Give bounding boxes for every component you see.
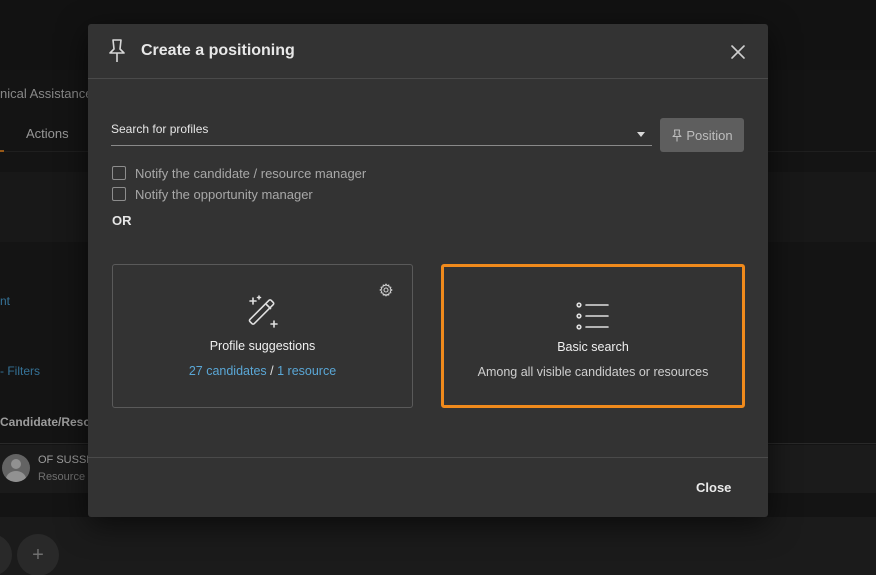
basic-search-title: Basic search — [557, 340, 629, 354]
notify-candidate-checkbox-row[interactable]: Notify the candidate / resource manager — [112, 165, 366, 181]
profile-search-select[interactable]: Search for profiles — [111, 115, 652, 146]
dialog-footer: Close — [88, 457, 768, 517]
basic-search-card[interactable]: Basic search Among all visible candidate… — [441, 264, 745, 408]
profile-suggestions-title: Profile suggestions — [209, 339, 316, 353]
magic-wand-icon — [248, 295, 278, 328]
notify-opportunity-checkbox-row[interactable]: Notify the opportunity manager — [112, 186, 313, 202]
create-positioning-dialog: Create a positioning Search for profiles… — [88, 24, 768, 517]
dialog-header: Create a positioning — [88, 24, 768, 79]
separator: / — [270, 364, 274, 378]
profile-suggestions-card[interactable]: Profile suggestions 27 candidates / 1 re… — [112, 264, 413, 408]
notify-opportunity-checkbox[interactable] — [112, 187, 126, 201]
basic-search-subtitle: Among all visible candidates or resource… — [477, 365, 709, 379]
close-button[interactable]: Close — [696, 480, 731, 495]
or-separator: OR — [112, 213, 132, 228]
candidates-link[interactable]: 27 candidates — [189, 364, 267, 378]
list-icon — [576, 302, 609, 330]
position-button-label: Position — [686, 127, 733, 143]
notify-candidate-label: Notify the candidate / resource manager — [135, 165, 367, 181]
chevron-down-icon[interactable] — [637, 132, 645, 137]
close-icon[interactable] — [727, 41, 749, 63]
search-label: Search for profiles — [111, 122, 209, 136]
pin-icon — [672, 128, 682, 141]
notify-opportunity-label: Notify the opportunity manager — [135, 186, 313, 202]
position-button[interactable]: Position — [660, 118, 744, 152]
dialog-title: Create a positioning — [141, 42, 295, 59]
profile-suggestions-counts: 27 candidates / 1 resource — [113, 364, 412, 378]
gear-icon[interactable] — [379, 283, 393, 297]
resources-link[interactable]: 1 resource — [277, 364, 336, 378]
notify-candidate-checkbox[interactable] — [112, 166, 126, 180]
pin-icon — [109, 39, 125, 62]
